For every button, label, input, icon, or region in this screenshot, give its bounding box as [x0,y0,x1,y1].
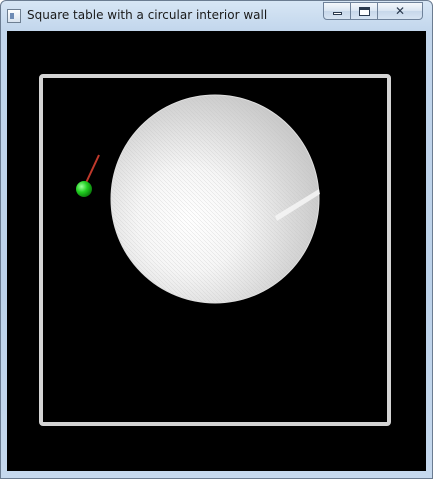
table-scene [39,74,391,426]
application-window: Square table with a circular interior wa… [0,0,433,479]
minimize-button[interactable] [323,2,351,20]
title-bar[interactable]: Square table with a circular interior wa… [1,1,432,31]
close-button[interactable]: ✕ [377,2,423,20]
restore-icon [359,7,370,16]
window-title: Square table with a circular interior wa… [27,8,268,22]
minimize-icon [333,12,342,15]
simulation-canvas[interactable] [7,31,426,471]
ball[interactable] [76,181,92,197]
maximize-button[interactable] [350,2,378,20]
close-icon: ✕ [394,4,406,18]
app-icon[interactable] [7,9,21,23]
velocity-vector [84,154,100,186]
interior-wall [110,94,320,304]
